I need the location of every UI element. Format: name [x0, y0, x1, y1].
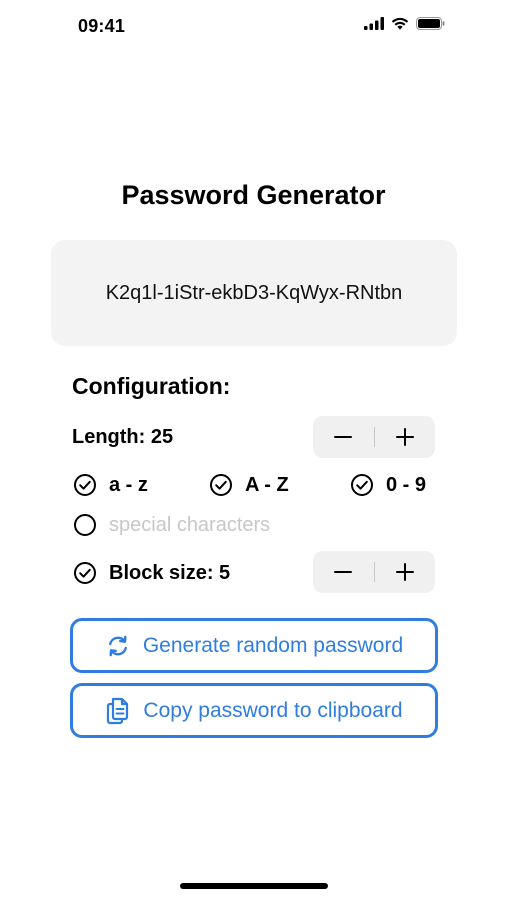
length-label: Length: 25	[72, 426, 174, 448]
battery-icon	[416, 17, 445, 30]
checkmark-circle-icon	[74, 562, 96, 584]
copy-password-button[interactable]: Copy password to clipboard	[70, 683, 438, 738]
configuration-heading: Configuration:	[72, 373, 231, 399]
toggle-digits[interactable]: 0 - 9	[350, 473, 426, 497]
generate-password-label: Generate random password	[142, 633, 404, 657]
wifi-icon	[391, 17, 409, 30]
toggle-uppercase[interactable]: A - Z	[209, 473, 289, 497]
minus-icon	[334, 571, 353, 573]
toggle-special-characters-label: special characters	[109, 513, 271, 536]
checkmark-circle-icon	[210, 474, 232, 496]
refresh-icon	[108, 635, 127, 656]
plus-icon	[395, 563, 414, 581]
status-time: 09:41	[78, 16, 126, 36]
length-increment-button[interactable]	[375, 416, 436, 458]
page-title: Password Generator	[121, 180, 386, 210]
toggle-special-characters[interactable]: special characters	[73, 513, 270, 537]
toggle-uppercase-label: A - Z	[245, 473, 289, 496]
block-size-stepper	[313, 551, 435, 593]
password-text: K2q1l-1iStr-ekbD3-KqWyx-RNtbn	[105, 281, 403, 304]
clipboard-copy-icon	[107, 697, 129, 724]
block-size-decrement-button[interactable]	[313, 551, 374, 593]
status-icons	[364, 17, 445, 30]
checkmark-circle-icon	[351, 474, 373, 496]
length-stepper	[313, 416, 435, 458]
copy-password-label: Copy password to clipboard	[143, 698, 403, 722]
toggle-lowercase-label: a - z	[109, 473, 148, 496]
toggle-digits-label: 0 - 9	[386, 473, 427, 496]
cellular-signal-icon	[364, 17, 384, 30]
password-display: K2q1l-1iStr-ekbD3-KqWyx-RNtbn	[51, 240, 457, 346]
generate-password-button[interactable]: Generate random password	[70, 618, 438, 673]
toggle-block-size[interactable]: Block size: 5	[73, 561, 230, 585]
toggle-lowercase[interactable]: a - z	[73, 473, 148, 497]
length-decrement-button[interactable]	[313, 416, 374, 458]
block-size-label: Block size: 5	[109, 561, 231, 584]
home-indicator[interactable]	[180, 883, 328, 889]
status-bar: 09:41	[0, 0, 507, 52]
plus-icon	[395, 428, 414, 446]
minus-icon	[334, 436, 353, 438]
block-size-increment-button[interactable]	[375, 551, 436, 593]
checkmark-circle-icon	[74, 474, 96, 496]
empty-circle-icon	[74, 514, 96, 536]
